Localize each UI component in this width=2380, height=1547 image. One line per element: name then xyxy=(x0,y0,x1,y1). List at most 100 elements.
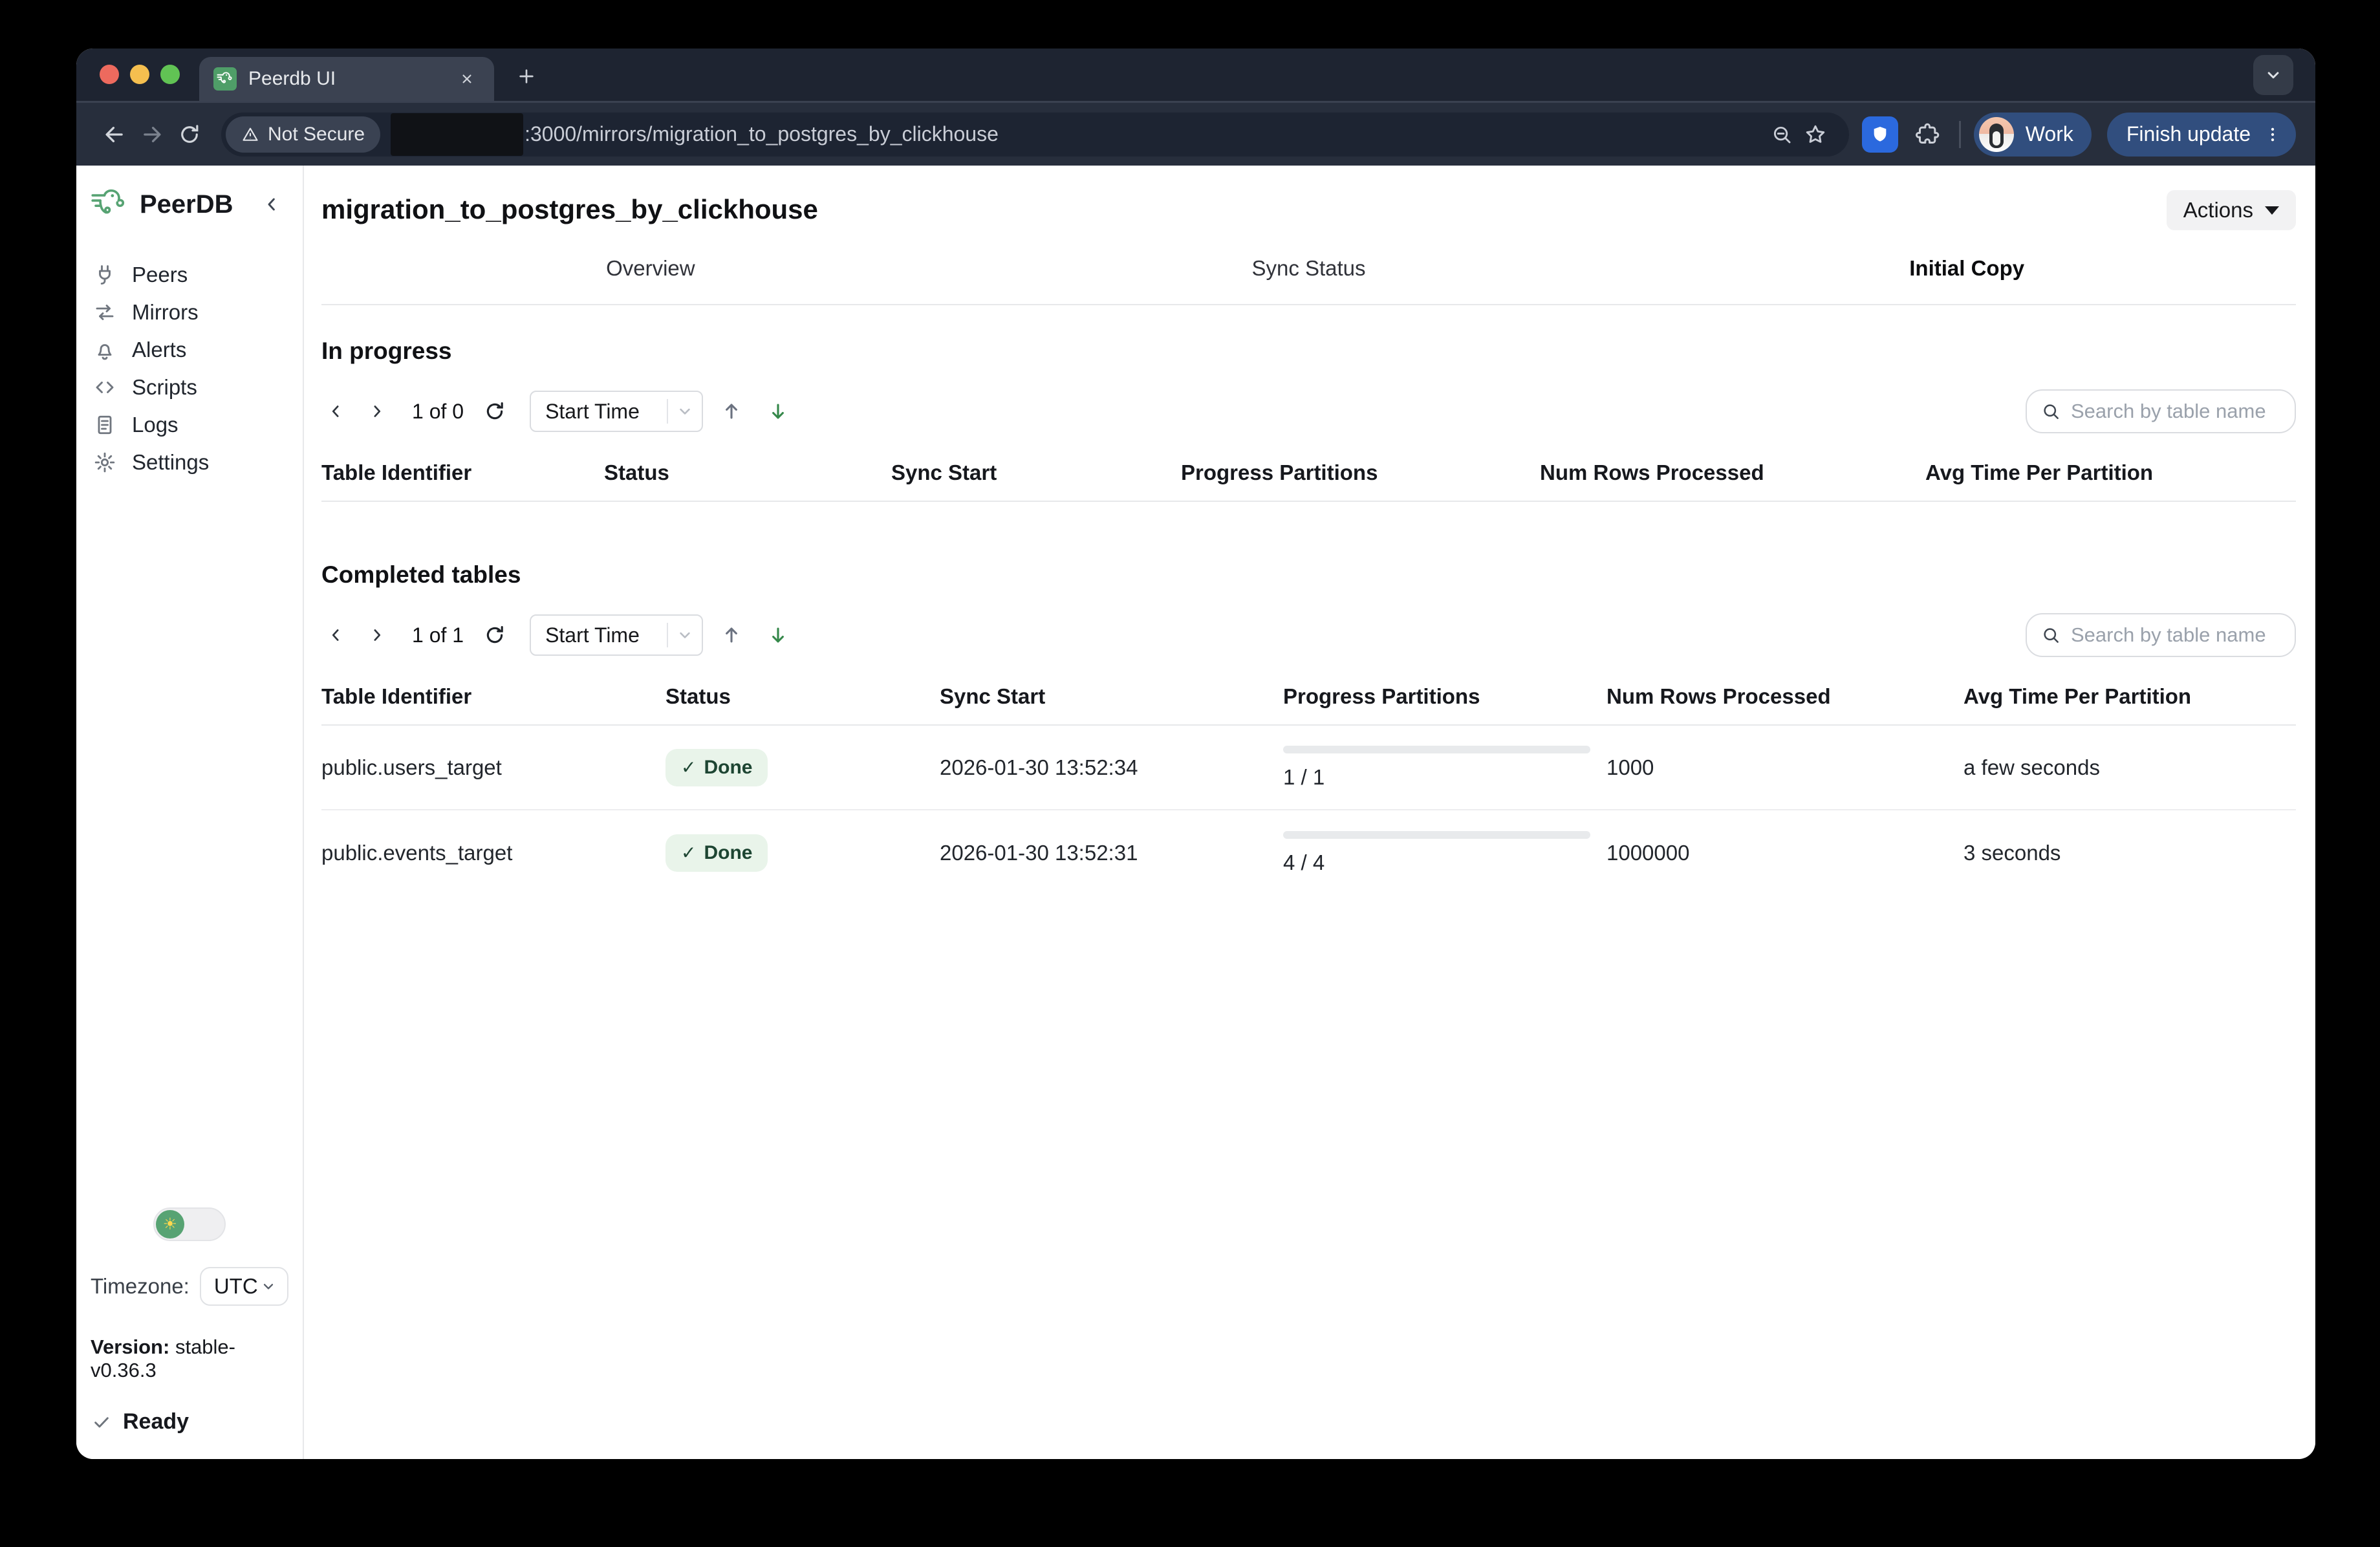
sort-field-select[interactable]: Start Time xyxy=(530,614,703,656)
back-icon[interactable] xyxy=(96,116,133,153)
in-progress-section: In progress 1 of 0 xyxy=(321,338,2296,561)
peerdb-favicon-icon xyxy=(213,67,237,91)
completed-search[interactable] xyxy=(2026,613,2296,657)
plug-icon xyxy=(92,262,118,288)
prev-page-icon[interactable] xyxy=(321,397,350,426)
sync-start-cell: 2026-01-30 13:52:34 xyxy=(940,755,1283,780)
bell-icon xyxy=(92,337,118,363)
search-input[interactable] xyxy=(2071,400,2280,423)
prev-page-icon[interactable] xyxy=(321,621,350,649)
toolbar-divider xyxy=(1959,121,1961,148)
sidebar-item-peers[interactable]: Peers xyxy=(76,256,303,294)
tab-bar: OverviewSync StatusInitial Copy xyxy=(321,246,2296,305)
gear-icon xyxy=(92,449,118,475)
column-header: Sync Start xyxy=(891,460,1181,485)
sidebar-item-label: Settings xyxy=(132,450,209,475)
version-label: Version: xyxy=(91,1336,169,1358)
theme-toggle[interactable]: ☀ xyxy=(153,1207,226,1241)
chevron-down-icon xyxy=(676,626,694,644)
page-title: migration_to_postgres_by_clickhouse xyxy=(321,194,818,225)
timezone-select[interactable]: UTC xyxy=(200,1267,288,1306)
browser-window: Peerdb UI Not Secure :3000/ xyxy=(76,49,2315,1459)
chevron-down-icon xyxy=(676,402,694,420)
sun-icon: ☀ xyxy=(156,1210,184,1239)
timezone-label: Timezone: xyxy=(91,1274,189,1299)
table-row[interactable]: public.events_target ✓Done 2026-01-30 13… xyxy=(321,810,2296,895)
avg-time-cell: 3 seconds xyxy=(1964,841,2296,865)
reload-icon[interactable] xyxy=(171,116,208,153)
refresh-icon[interactable] xyxy=(481,397,509,426)
next-page-icon[interactable] xyxy=(363,621,391,649)
status-cell: ✓Done xyxy=(665,834,940,872)
check-icon xyxy=(92,1412,111,1432)
sidebar-item-scripts[interactable]: Scripts xyxy=(76,369,303,406)
table-identifier-cell: public.events_target xyxy=(321,841,665,865)
check-icon: ✓ xyxy=(681,842,696,863)
tab-sync-status[interactable]: Sync Status xyxy=(980,246,1638,304)
column-header: Avg Time Per Partition xyxy=(1964,684,2296,709)
profile-chip[interactable]: Work xyxy=(1974,113,2092,157)
url-text: :3000/mirrors/migration_to_postgres_by_c… xyxy=(525,122,999,146)
zoom-out-icon[interactable] xyxy=(1765,118,1799,151)
address-bar[interactable]: Not Secure :3000/mirrors/migration_to_po… xyxy=(221,113,1849,157)
forward-icon[interactable] xyxy=(133,116,171,153)
page-info: 1 of 0 xyxy=(412,400,464,424)
maximize-window-button[interactable] xyxy=(160,65,180,84)
sort-ascending-icon[interactable] xyxy=(717,397,746,426)
bookmark-star-icon[interactable] xyxy=(1799,118,1832,151)
next-page-icon[interactable] xyxy=(363,397,391,426)
chevron-down-icon xyxy=(260,1278,277,1295)
column-header: Progress Partitions xyxy=(1283,684,1606,709)
avg-time-cell: a few seconds xyxy=(1964,755,2296,780)
completed-table-header: Table IdentifierStatusSync StartProgress… xyxy=(321,684,2296,726)
sync-start-cell: 2026-01-30 13:52:31 xyxy=(940,841,1283,865)
sidebar-item-mirrors[interactable]: Mirrors xyxy=(76,294,303,331)
check-icon: ✓ xyxy=(681,757,696,778)
sidebar-collapse-chevron[interactable] xyxy=(257,190,286,219)
browser-tab-strip: Peerdb UI xyxy=(76,49,2315,101)
tab-search-chevron-button[interactable] xyxy=(2253,55,2293,95)
column-header: Table Identifier xyxy=(321,460,604,485)
sidebar-item-label: Peers xyxy=(132,263,188,287)
sort-descending-icon[interactable] xyxy=(764,621,792,649)
completed-table-body: public.users_target ✓Done 2026-01-30 13:… xyxy=(321,726,2296,895)
browser-tab[interactable]: Peerdb UI xyxy=(199,57,494,101)
browser-menu-dots-icon[interactable] xyxy=(2260,120,2286,149)
tab-overview[interactable]: Overview xyxy=(321,246,980,304)
column-header: Avg Time Per Partition xyxy=(1925,460,2296,485)
sort-ascending-icon[interactable] xyxy=(717,621,746,649)
version-row: Version: stable-v0.36.3 xyxy=(76,1336,303,1382)
sort-field-value: Start Time xyxy=(545,623,667,647)
sidebar-nav: Peers Mirrors Alerts Scripts Logs Settin… xyxy=(76,256,303,481)
sidebar-item-logs[interactable]: Logs xyxy=(76,406,303,444)
in-progress-search[interactable] xyxy=(2026,389,2296,433)
password-manager-extension-icon[interactable] xyxy=(1862,116,1898,153)
num-rows-cell: 1000 xyxy=(1606,755,1964,780)
redacted-host-block xyxy=(391,113,523,156)
table-row[interactable]: public.users_target ✓Done 2026-01-30 13:… xyxy=(321,726,2296,810)
refresh-icon[interactable] xyxy=(481,621,509,649)
status-cell: ✓Done xyxy=(665,749,940,786)
new-tab-button[interactable] xyxy=(511,61,542,92)
status-badge: ✓Done xyxy=(665,749,768,786)
not-secure-chip[interactable]: Not Secure xyxy=(226,116,380,153)
peerdb-logo-icon xyxy=(91,189,128,220)
search-icon xyxy=(2041,625,2061,645)
sidebar-item-settings[interactable]: Settings xyxy=(76,444,303,481)
tab-initial-copy[interactable]: Initial Copy xyxy=(1638,246,2296,304)
actions-button[interactable]: Actions xyxy=(2167,190,2296,230)
finish-update-button[interactable]: Finish update xyxy=(2107,113,2296,157)
sort-field-select[interactable]: Start Time xyxy=(530,391,703,432)
search-input[interactable] xyxy=(2071,623,2280,647)
in-progress-table-header: Table IdentifierStatusSync StartProgress… xyxy=(321,460,2296,502)
extensions-puzzle-icon[interactable] xyxy=(1910,116,1946,153)
sidebar-item-label: Scripts xyxy=(132,375,197,400)
sort-descending-icon[interactable] xyxy=(764,397,792,426)
sidebar-item-alerts[interactable]: Alerts xyxy=(76,331,303,369)
tab-title: Peerdb UI xyxy=(248,68,442,90)
close-tab-icon[interactable] xyxy=(454,66,480,92)
close-window-button[interactable] xyxy=(100,65,119,84)
progress-bar xyxy=(1283,831,1590,839)
minimize-window-button[interactable] xyxy=(130,65,149,84)
sidebar-item-label: Logs xyxy=(132,413,178,437)
